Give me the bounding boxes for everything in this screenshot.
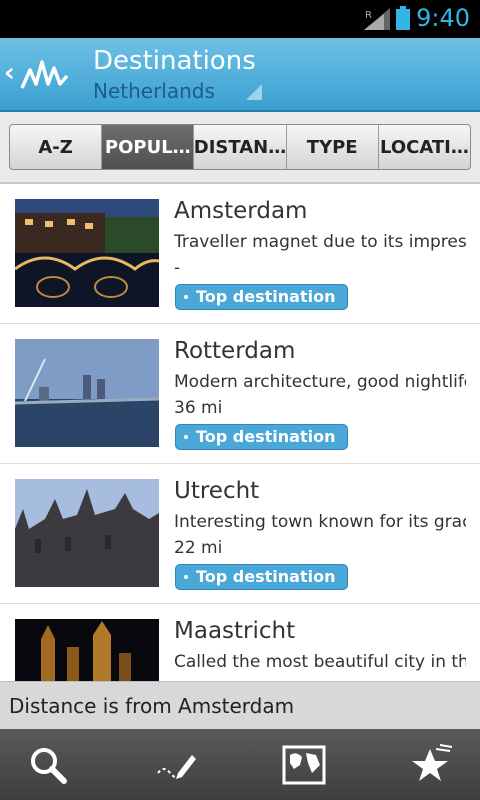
destination-distance: 36 mi xyxy=(174,398,223,418)
search-icon[interactable] xyxy=(26,743,70,787)
clock: 9:40 xyxy=(416,4,470,32)
badge-label: Top destination xyxy=(196,427,336,446)
destination-list: Amsterdam Traveller magnet due to its im… xyxy=(0,184,480,681)
badge-label: Top destination xyxy=(196,287,336,306)
battery-icon xyxy=(396,6,410,30)
top-destination-badge: Top destination xyxy=(175,564,349,590)
badge-dot-icon xyxy=(184,295,188,299)
app-bar: ‹ Destinations Netherlands xyxy=(0,38,480,112)
badge-label: Top destination xyxy=(196,567,336,586)
tab-popular[interactable]: POPUL… xyxy=(102,125,195,169)
maastricht-thumbnail xyxy=(15,619,159,681)
destination-name: Amsterdam xyxy=(174,198,308,224)
draw-icon[interactable] xyxy=(154,743,198,787)
amsterdam-thumbnail xyxy=(15,199,159,307)
badge-dot-icon xyxy=(184,575,188,579)
list-item[interactable]: Utrecht Interesting town known for its g… xyxy=(0,464,480,604)
page-title: Destinations xyxy=(93,46,256,76)
tab-type[interactable]: TYPE xyxy=(287,125,379,169)
destination-name: Utrecht xyxy=(174,478,260,504)
country-selector[interactable]: Netherlands xyxy=(93,79,215,103)
signal-icon: R xyxy=(364,8,390,30)
destination-description: Called the most beautiful city in the… xyxy=(174,652,466,672)
map-icon[interactable] xyxy=(282,743,326,787)
destination-description: Interesting town known for its grac… xyxy=(174,512,466,532)
list-item[interactable]: Maastricht Called the most beautiful cit… xyxy=(0,604,480,681)
sort-tabs: A-Z POPUL… DISTAN… TYPE LOCATI… xyxy=(9,124,471,170)
list-item[interactable]: Rotterdam Modern architecture, good nigh… xyxy=(0,324,480,464)
distance-note-bar: Distance is from Amsterdam xyxy=(0,681,480,729)
bottom-action-bar xyxy=(0,729,480,800)
destination-description: Traveller magnet due to its impres… xyxy=(174,232,466,252)
destination-distance: 22 mi xyxy=(174,538,223,558)
tab-location[interactable]: LOCATI… xyxy=(379,125,470,169)
distance-note: Distance is from Amsterdam xyxy=(9,694,295,718)
status-bar: R 9:40 xyxy=(0,0,480,38)
back-chevron-icon[interactable]: ‹ xyxy=(4,58,15,88)
destination-description: Modern architecture, good nightlife… xyxy=(174,372,466,392)
top-destination-badge: Top destination xyxy=(175,424,349,450)
utrecht-thumbnail xyxy=(15,479,159,587)
list-item[interactable]: Amsterdam Traveller magnet due to its im… xyxy=(0,184,480,324)
spinner-triangle-icon[interactable] xyxy=(246,84,262,100)
sort-tabs-bar: A-Z POPUL… DISTAN… TYPE LOCATI… xyxy=(0,112,480,184)
network-letter: R xyxy=(365,10,372,21)
destination-name: Maastricht xyxy=(174,618,296,644)
badge-dot-icon xyxy=(184,435,188,439)
tab-distance[interactable]: DISTAN… xyxy=(194,125,287,169)
app-logo-icon[interactable] xyxy=(20,54,70,94)
tab-a-z[interactable]: A-Z xyxy=(10,125,103,169)
rotterdam-thumbnail xyxy=(15,339,159,447)
favorites-icon[interactable] xyxy=(410,743,454,787)
top-destination-badge: Top destination xyxy=(175,284,349,310)
destination-distance: - xyxy=(174,258,181,278)
destination-name: Rotterdam xyxy=(174,338,296,364)
